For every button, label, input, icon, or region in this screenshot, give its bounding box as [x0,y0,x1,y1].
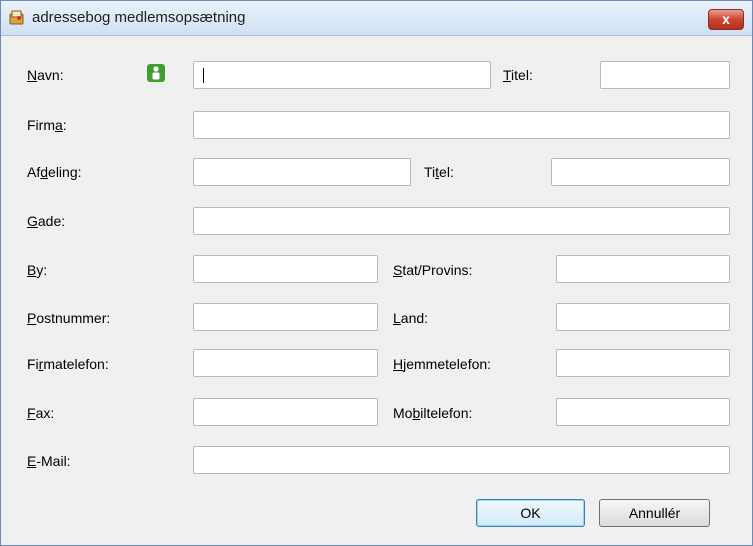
label-hjemmetelefon: Hjemmetelefon: [393,356,492,372]
label-email: E-Mail: [27,453,71,469]
titel-input[interactable] [600,61,730,89]
label-fax: Fax: [27,405,55,421]
email-input[interactable] [193,446,730,474]
firmatelefon-input[interactable] [193,349,378,377]
label-afdeling: Afdeling: [27,164,82,180]
by-input[interactable] [193,255,378,283]
label-firma: Firma: [27,117,67,133]
gade-input[interactable] [193,207,730,235]
label-titel-2: Titel: [424,164,454,180]
postnummer-input[interactable] [193,303,378,331]
window-title: adressebog medlemsopsætning [32,9,246,26]
stat-provins-input[interactable] [556,255,730,283]
dialog-content: Navn: Titel: Firma: Afdeling: Titel: Gad… [1,36,752,545]
cancel-button[interactable]: Annullér [599,499,710,527]
text-caret [203,68,204,83]
label-gade: Gade: [27,213,66,229]
close-button[interactable]: x [708,9,744,30]
label-mobiltelefon: Mobiltelefon: [393,405,473,421]
label-postnummer: Postnummer: [27,310,111,326]
label-by: By: [27,262,48,278]
close-icon: x [722,11,730,27]
firma-input[interactable] [193,111,730,139]
navn-input[interactable] [193,61,491,89]
title-bar[interactable]: adressebog medlemsopsætning x [1,1,752,36]
label-stat-provins: Stat/Provins: [393,262,473,278]
dialog-window: adressebog medlemsopsætning x Navn: Tite… [0,0,753,546]
label-firmatelefon: Firmatelefon: [27,356,109,372]
mobiltelefon-input[interactable] [556,398,730,426]
address-book-icon [9,9,25,25]
label-land: Land: [393,310,429,326]
fax-input[interactable] [193,398,378,426]
land-input[interactable] [556,303,730,331]
ok-button[interactable]: OK [476,499,585,527]
label-titel: Titel: [503,67,533,83]
afdeling-input[interactable] [193,158,411,186]
person-icon [147,64,165,82]
hjemmetelefon-input[interactable] [556,349,730,377]
label-navn: Navn: [27,67,64,83]
titel-2-input[interactable] [551,158,730,186]
